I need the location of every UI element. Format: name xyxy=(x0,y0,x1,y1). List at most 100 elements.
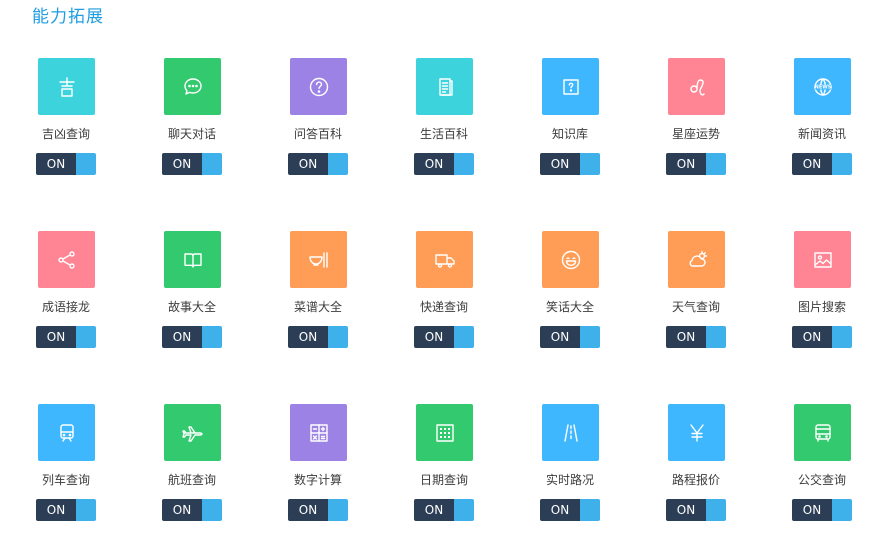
skill-card: 公交查询 ON xyxy=(788,404,885,534)
skill-tile[interactable] xyxy=(668,231,725,288)
toggle-knob[interactable] xyxy=(580,499,600,521)
skill-toggle[interactable]: ON xyxy=(288,326,348,348)
question-box-icon xyxy=(559,75,583,99)
skill-toggle[interactable]: ON xyxy=(792,499,852,521)
skill-toggle[interactable]: ON xyxy=(288,499,348,521)
skill-toggle[interactable]: ON xyxy=(414,499,474,521)
toggle-on-label: ON xyxy=(414,326,454,348)
toggle-knob[interactable] xyxy=(202,153,222,175)
skill-tile[interactable] xyxy=(416,58,473,115)
skill-toggle[interactable]: ON xyxy=(666,326,726,348)
skill-toggle[interactable]: ON xyxy=(540,499,600,521)
skill-tile[interactable] xyxy=(164,58,221,115)
toggle-on-label: ON xyxy=(792,326,832,348)
skill-tile[interactable] xyxy=(164,404,221,461)
toggle-knob[interactable] xyxy=(76,153,96,175)
skill-tile[interactable] xyxy=(542,404,599,461)
skill-card: 日期查询 ON xyxy=(410,404,530,534)
skill-label: 数字计算 xyxy=(293,473,342,487)
skill-tile[interactable] xyxy=(38,404,95,461)
skill-toggle[interactable]: ON xyxy=(414,326,474,348)
skill-tile[interactable] xyxy=(542,58,599,115)
toggle-knob[interactable] xyxy=(328,153,348,175)
skill-toggle[interactable]: ON xyxy=(666,153,726,175)
skill-toggle[interactable]: ON xyxy=(162,499,222,521)
skill-toggle[interactable]: ON xyxy=(288,153,348,175)
skill-toggle[interactable]: ON xyxy=(540,153,600,175)
toggle-knob[interactable] xyxy=(328,326,348,348)
toggle-knob[interactable] xyxy=(832,153,852,175)
skill-toggle[interactable]: ON xyxy=(162,326,222,348)
skill-card: 星座运势 ON xyxy=(662,58,782,188)
toggle-knob[interactable] xyxy=(454,326,474,348)
news-globe-icon: NEWS xyxy=(811,75,835,99)
toggle-knob[interactable] xyxy=(706,153,726,175)
skill-tile[interactable] xyxy=(38,231,95,288)
skill-tile[interactable] xyxy=(794,404,851,461)
skill-toggle[interactable]: ON xyxy=(792,326,852,348)
skills-grid: 吉凶查询 ON 聊天对话 ON 问答百科 ON 生活百科 ON 知识库 ON 星座运势 ON NEWS 新… xyxy=(0,0,885,536)
skill-label: 吉凶查询 xyxy=(41,127,90,141)
skill-toggle[interactable]: ON xyxy=(666,499,726,521)
skill-toggle[interactable]: ON xyxy=(36,499,96,521)
toggle-knob[interactable] xyxy=(76,326,96,348)
smile-icon xyxy=(559,248,583,272)
skill-tile[interactable] xyxy=(290,404,347,461)
skill-label: 图片搜索 xyxy=(797,300,846,314)
skill-card: 快递查询 ON xyxy=(410,231,530,361)
skill-tile[interactable] xyxy=(668,404,725,461)
skill-toggle[interactable]: ON xyxy=(36,153,96,175)
skill-label: 日期查询 xyxy=(419,473,468,487)
toggle-knob[interactable] xyxy=(202,326,222,348)
skill-toggle[interactable]: ON xyxy=(162,153,222,175)
toggle-knob[interactable] xyxy=(832,326,852,348)
toggle-knob[interactable] xyxy=(580,326,600,348)
toggle-on-label: ON xyxy=(36,326,76,348)
question-icon xyxy=(307,75,331,99)
toggle-knob[interactable] xyxy=(706,326,726,348)
toggle-on-label: ON xyxy=(666,499,706,521)
skill-tile[interactable] xyxy=(416,404,473,461)
toggle-on-label: ON xyxy=(792,499,832,521)
skill-toggle[interactable]: ON xyxy=(36,326,96,348)
toggle-on-label: ON xyxy=(36,499,76,521)
calendar-icon xyxy=(433,421,457,445)
skill-toggle[interactable]: ON xyxy=(540,326,600,348)
toggle-knob[interactable] xyxy=(454,499,474,521)
skill-tile[interactable] xyxy=(38,58,95,115)
train-icon xyxy=(55,421,79,445)
skill-label: 问答百科 xyxy=(293,127,342,141)
skill-tile[interactable] xyxy=(542,231,599,288)
skill-tile[interactable] xyxy=(794,231,851,288)
toggle-on-label: ON xyxy=(540,153,580,175)
toggle-knob[interactable] xyxy=(454,153,474,175)
toggle-on-label: ON xyxy=(162,326,202,348)
skill-tile[interactable] xyxy=(290,231,347,288)
airplane-icon xyxy=(181,421,205,445)
bus-icon xyxy=(811,421,835,445)
weather-icon xyxy=(685,248,709,272)
toggle-on-label: ON xyxy=(540,326,580,348)
toggle-on-label: ON xyxy=(540,499,580,521)
toggle-knob[interactable] xyxy=(76,499,96,521)
toggle-knob[interactable] xyxy=(202,499,222,521)
skill-toggle[interactable]: ON xyxy=(792,153,852,175)
skill-tile[interactable] xyxy=(290,58,347,115)
toggle-knob[interactable] xyxy=(832,499,852,521)
skill-card: 聊天对话 ON xyxy=(158,58,278,188)
bowl-chopsticks-icon xyxy=(307,248,331,272)
skill-card: 天气查询 ON xyxy=(662,231,782,361)
toggle-on-label: ON xyxy=(36,153,76,175)
skill-tile[interactable] xyxy=(416,231,473,288)
toggle-knob[interactable] xyxy=(580,153,600,175)
toggle-on-label: ON xyxy=(288,499,328,521)
skill-tile[interactable]: NEWS xyxy=(794,58,851,115)
toggle-knob[interactable] xyxy=(706,499,726,521)
chat-bubble-icon xyxy=(181,75,205,99)
skill-card: 笑话大全 ON xyxy=(536,231,656,361)
toggle-knob[interactable] xyxy=(328,499,348,521)
skill-toggle[interactable]: ON xyxy=(414,153,474,175)
skill-tile[interactable] xyxy=(668,58,725,115)
skill-tile[interactable] xyxy=(164,231,221,288)
book-icon xyxy=(181,248,205,272)
